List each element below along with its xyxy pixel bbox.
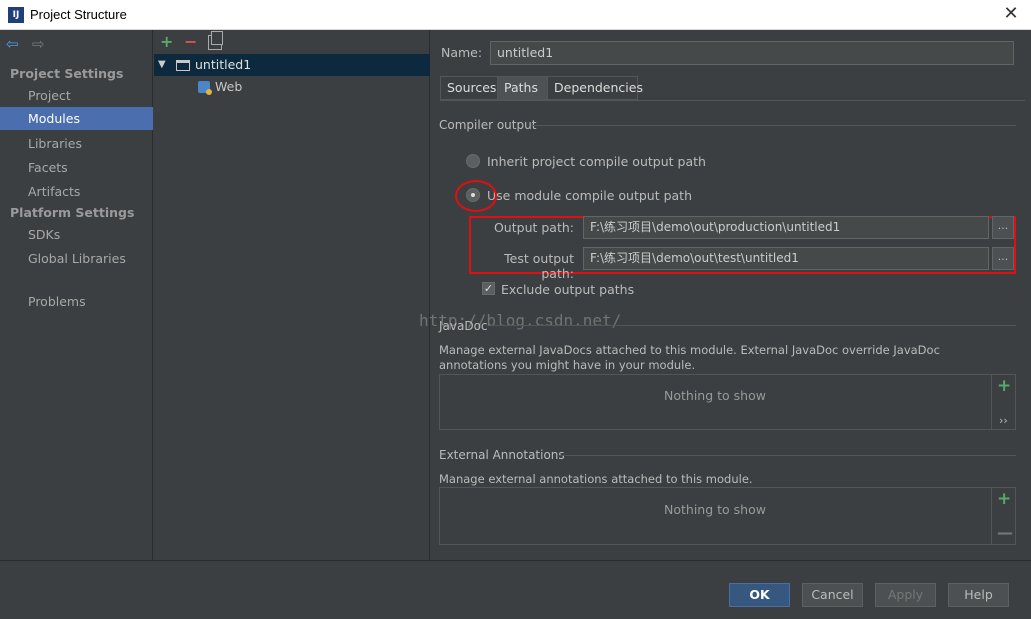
test-output-path-label: Test output path: xyxy=(504,251,574,281)
sidebar-item-problems[interactable]: Problems xyxy=(0,290,153,313)
output-path-input[interactable]: F:\练习项目\demo\out\production\untitled1 xyxy=(583,216,989,239)
remove-annotation-icon[interactable]: — xyxy=(997,523,1013,542)
sidebar-item-project[interactable]: Project xyxy=(0,84,153,107)
tab-sources[interactable]: Sources xyxy=(440,76,498,100)
module-name-input[interactable]: untitled1 xyxy=(490,41,1014,65)
empty-list-text: Nothing to show xyxy=(664,388,766,403)
javadoc-heading: JavaDoc xyxy=(439,319,488,333)
forward-arrow-icon[interactable]: ⇨ xyxy=(32,36,45,52)
web-facet-icon xyxy=(198,81,212,95)
compiler-output-heading: Compiler output xyxy=(439,118,537,132)
name-label: Name: xyxy=(441,45,483,60)
tab-divider xyxy=(440,100,1025,101)
section-divider xyxy=(559,455,1016,456)
inherit-output-label: Inherit project compile output path xyxy=(487,154,706,169)
more-actions-icon[interactable]: ›› xyxy=(999,414,1008,427)
test-output-path-input[interactable]: F:\练习项目\demo\out\test\untitled1 xyxy=(583,247,989,270)
exclude-output-paths-checkbox[interactable]: ✓ xyxy=(482,282,495,295)
javadoc-description: Manage external JavaDocs attached to thi… xyxy=(439,343,940,372)
ok-button[interactable]: OK xyxy=(729,583,790,607)
external-annotations-heading: External Annotations xyxy=(439,448,565,462)
sidebar-item-artifacts[interactable]: Artifacts xyxy=(0,180,153,203)
javadoc-list[interactable]: Nothing to show + ›› xyxy=(439,374,1016,430)
list-toolbar: + ›› xyxy=(991,375,1015,429)
section-divider xyxy=(531,125,1016,126)
module-tree-panel: + − ▼ untitled1 Web xyxy=(154,30,430,560)
add-annotation-icon[interactable]: + xyxy=(997,489,1011,509)
sidebar-item-modules[interactable]: Modules xyxy=(0,107,153,130)
add-javadoc-icon[interactable]: + xyxy=(997,376,1011,396)
sidebar-item-libraries[interactable]: Libraries xyxy=(0,132,153,155)
cancel-button[interactable]: Cancel xyxy=(802,583,863,607)
back-arrow-icon[interactable]: ⇦ xyxy=(6,36,19,52)
copy-module-icon[interactable] xyxy=(208,31,223,50)
use-module-output-label: Use module compile output path xyxy=(487,188,693,203)
expand-arrow-icon[interactable]: ▼ xyxy=(158,54,166,76)
module-folder-icon xyxy=(176,60,190,71)
inherit-output-radio[interactable] xyxy=(466,154,480,168)
remove-module-icon[interactable]: − xyxy=(184,33,197,51)
tree-node-web[interactable]: Web xyxy=(154,76,430,98)
sidebar-item-facets[interactable]: Facets xyxy=(0,156,153,179)
tree-node-untitled1[interactable]: ▼ untitled1 xyxy=(154,54,430,76)
test-output-path-browse-button[interactable]: ... xyxy=(992,247,1014,270)
tree-node-label: untitled1 xyxy=(195,57,252,72)
add-module-icon[interactable]: + xyxy=(160,33,173,51)
annotations-list[interactable]: Nothing to show + — xyxy=(439,487,1016,545)
tab-dependencies[interactable]: Dependencies xyxy=(547,76,643,100)
output-path-browse-button[interactable]: ... xyxy=(992,216,1014,239)
output-path-label: Output path: xyxy=(493,220,574,235)
tree-node-label: Web xyxy=(215,79,243,94)
intellij-app-icon: IJ xyxy=(8,7,24,23)
section-divider xyxy=(491,325,1016,326)
tab-paths[interactable]: Paths xyxy=(497,76,548,100)
window-title: Project Structure xyxy=(30,7,127,22)
settings-sidebar: ⇦ ⇨ Project Settings Project Modules Lib… xyxy=(0,30,153,560)
exclude-output-paths-label: Exclude output paths xyxy=(501,282,635,297)
annotation-circle xyxy=(455,180,497,212)
title-bar: IJ Project Structure ✕ xyxy=(0,0,1031,30)
project-settings-heading: Project Settings xyxy=(10,66,124,81)
dialog-footer: OK Cancel Apply Help xyxy=(0,560,1031,619)
sidebar-item-sdks[interactable]: SDKs xyxy=(0,223,153,246)
sidebar-item-global-libraries[interactable]: Global Libraries xyxy=(0,247,153,270)
apply-button[interactable]: Apply xyxy=(875,583,936,607)
platform-settings-heading: Platform Settings xyxy=(10,205,135,220)
empty-list-text: Nothing to show xyxy=(664,502,766,517)
module-settings-panel: Name: untitled1 Sources Paths Dependenci… xyxy=(419,30,1031,560)
annotations-description: Manage external annotations attached to … xyxy=(439,472,753,486)
close-icon[interactable]: ✕ xyxy=(1001,4,1021,24)
list-toolbar: + — xyxy=(991,488,1015,544)
help-button[interactable]: Help xyxy=(948,583,1009,607)
